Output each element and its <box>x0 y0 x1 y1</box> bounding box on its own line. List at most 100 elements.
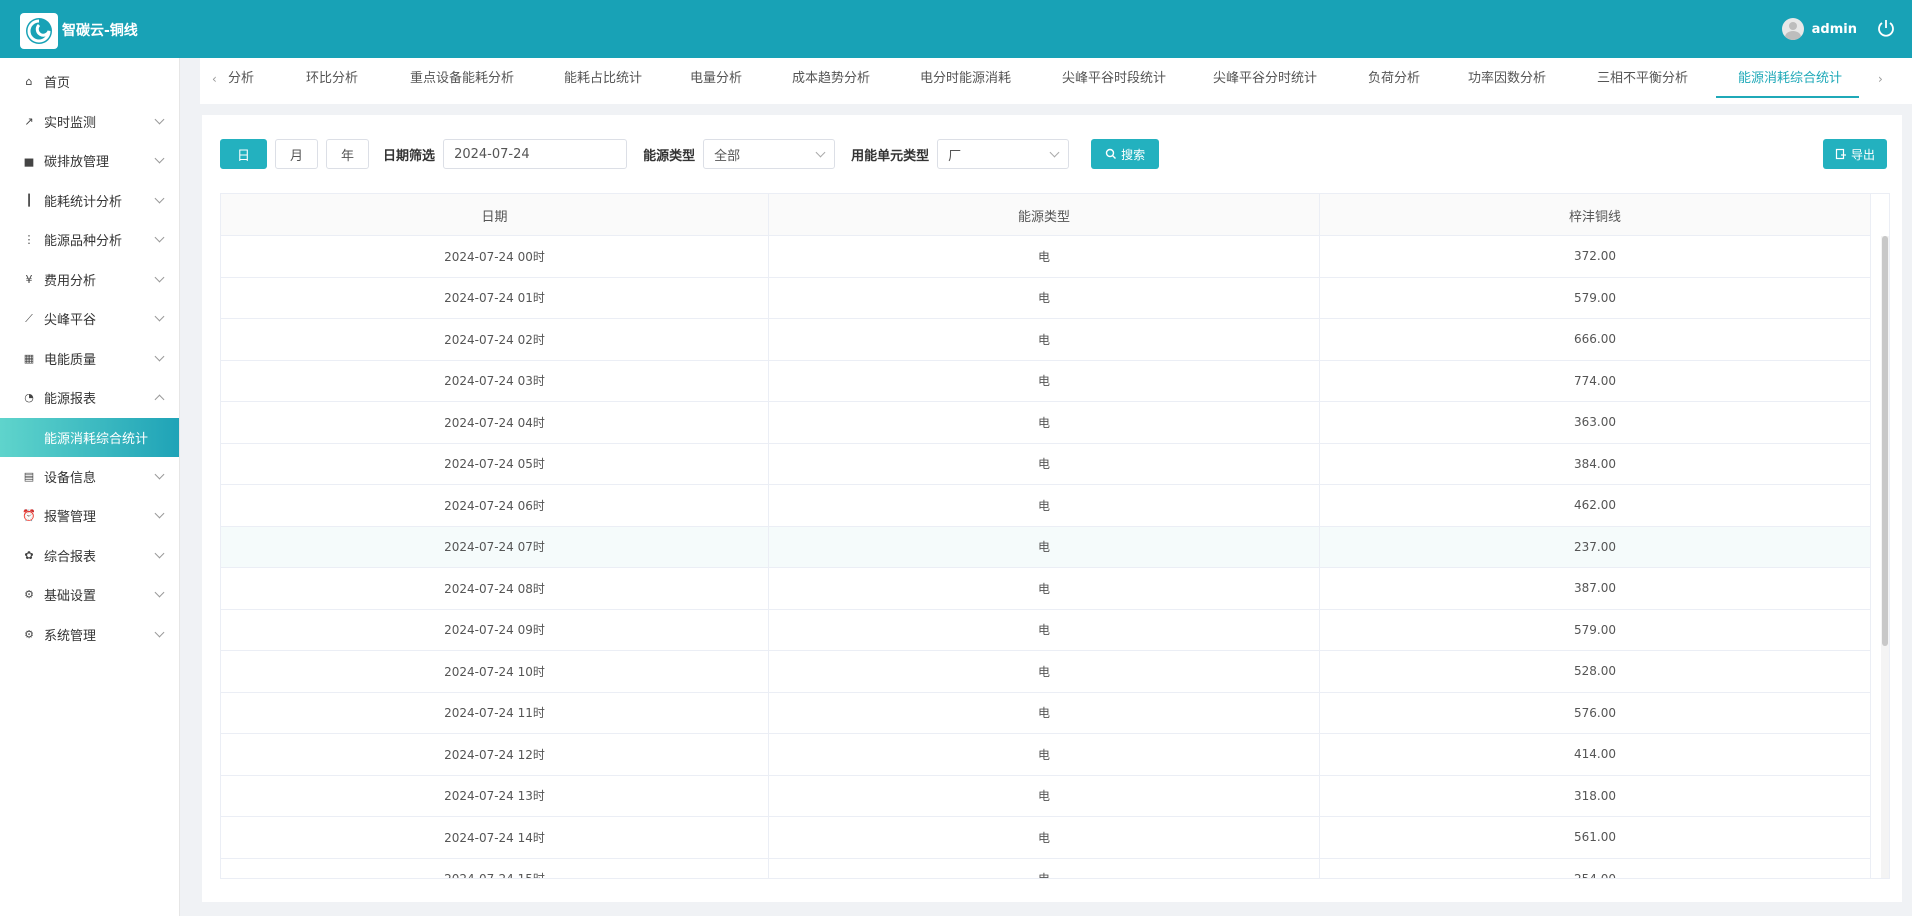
power-icon[interactable] <box>1876 18 1896 38</box>
tab[interactable]: 重点设备能耗分析 <box>410 58 514 102</box>
unit-type-value: 厂 <box>948 148 962 164</box>
sidebar-item[interactable]: ▅ 碳排放管理 <box>0 141 179 181</box>
month-button[interactable]: 月 <box>275 139 319 169</box>
cell-energy-type: 电 <box>769 858 1320 878</box>
export-label: 导出 <box>1850 147 1875 162</box>
tab[interactable]: 电量分析 <box>690 58 742 102</box>
column-chart-icon: ┃ <box>25 193 33 207</box>
cell-energy-type: 电 <box>769 485 1320 526</box>
table-row[interactable]: 2024-07-24 07时电 237.00 <box>221 526 1871 568</box>
export-button[interactable]: 导出 <box>1822 139 1887 169</box>
table-row[interactable]: 2024-07-24 15时电254.00 <box>221 858 1871 878</box>
cell-date: 2024-07-24 09时 <box>221 609 769 650</box>
sidebar-item[interactable]: ◔ 能源报表 <box>0 378 179 418</box>
tab[interactable]: 环比分析 <box>306 58 358 102</box>
tab[interactable]: 分析 <box>228 58 254 102</box>
date-filter-label: 日期筛选 <box>383 148 436 164</box>
sidebar-item[interactable]: ┃ 能耗统计分析 <box>0 181 179 221</box>
chevron-down-icon <box>154 351 165 361</box>
tabs-next-icon[interactable]: › <box>1878 72 1883 86</box>
chevron-down-icon <box>154 153 165 164</box>
cell-energy-type: 电 <box>769 775 1320 816</box>
chevron-down-icon <box>154 311 165 322</box>
export-icon <box>1835 148 1846 160</box>
table-row[interactable]: 2024-07-24 12时电 414.00 <box>221 734 1871 776</box>
date-input[interactable]: 2024-07-24 <box>443 139 628 169</box>
search-button[interactable]: 搜索 <box>1091 139 1160 169</box>
cell-date: 2024-07-24 06时 <box>221 485 769 526</box>
table-row[interactable]: 2024-07-24 05时电 384.00 <box>221 443 1871 485</box>
year-button[interactable]: 年 <box>326 139 370 169</box>
sidebar-item[interactable]: ⏰ 报警管理 <box>0 496 179 536</box>
unit-type-select[interactable]: 厂 <box>937 139 1070 169</box>
table-row[interactable]: 2024-07-24 09时电 579.00 <box>221 609 1871 651</box>
column-header-date[interactable]: 日期 <box>221 194 769 236</box>
user-menu[interactable]: admin <box>1781 18 1857 40</box>
day-button[interactable]: 日 <box>220 139 268 169</box>
sidebar-item-label: 费用分析 <box>44 273 97 289</box>
alarm-icon: ⏰ <box>22 509 36 523</box>
sidebar-item[interactable]: ⌂ 首页 <box>0 62 179 102</box>
sidebar-item[interactable]: ▤ 设备信息 <box>0 457 179 497</box>
cell-date: 2024-07-24 03时 <box>221 360 769 401</box>
gear-icon: ⚙ <box>24 588 34 602</box>
sidebar-item-label: 能耗统计分析 <box>44 194 123 210</box>
sidebar-item-label: 能源品种分析 <box>44 234 123 250</box>
cell-energy-type: 电 <box>769 526 1320 567</box>
table-row[interactable]: 2024-07-24 00时电 372.00 <box>221 236 1871 278</box>
sidebar-item-label: 系统管理 <box>44 628 97 644</box>
cell-value: 528.00 <box>1320 651 1871 692</box>
chevron-down-icon <box>154 508 165 519</box>
sidebar-item[interactable]: ⟋ 尖峰平谷 <box>0 299 179 339</box>
sidebar-item[interactable]: ▦ 电能质量 <box>0 339 179 379</box>
energy-type-value: 全部 <box>714 148 741 164</box>
tab[interactable]: 成本趋势分析 <box>792 58 870 102</box>
app-title: 智碳云-铜线 <box>62 23 138 39</box>
cell-date: 2024-07-24 02时 <box>221 319 769 360</box>
tab[interactable]: 功率因数分析 <box>1468 58 1546 102</box>
table-row[interactable]: 2024-07-24 04时电 363.00 <box>221 402 1871 444</box>
chevron-down-icon <box>154 272 165 282</box>
gear-icon: ⚙ <box>24 627 34 641</box>
cell-date: 2024-07-24 12时 <box>221 734 769 775</box>
table-row[interactable]: 2024-07-24 11时电 576.00 <box>221 692 1871 734</box>
energy-type-label: 能源类型 <box>643 148 696 164</box>
column-header-value[interactable]: 梓沣铜线 <box>1320 194 1871 236</box>
cell-value: 666.00 <box>1320 319 1871 360</box>
column-header-energy-type[interactable]: 能源类型 <box>769 194 1320 236</box>
report-pie-icon: ◔ <box>24 391 34 405</box>
tab[interactable]: 尖峰平谷时段统计 <box>1062 58 1166 102</box>
table-row[interactable]: 2024-07-24 14时电 561.00 <box>221 817 1871 859</box>
scrollbar-thumb[interactable] <box>1882 236 1888 646</box>
cell-date: 2024-07-24 11时 <box>221 692 769 733</box>
sidebar-item[interactable]: ↗ 实时监测 <box>0 102 179 142</box>
sidebar-item[interactable]: ⚙ 系统管理 <box>0 615 179 655</box>
tabs-prev-icon[interactable]: ‹ <box>212 72 217 86</box>
sidebar-item[interactable]: ⋮ 能源品种分析 <box>0 220 179 260</box>
table-row[interactable]: 2024-07-24 13时电 318.00 <box>221 775 1871 817</box>
tab[interactable]: 负荷分析 <box>1368 58 1420 102</box>
tab[interactable]: 能耗占比统计 <box>564 58 642 102</box>
energy-type-select[interactable]: 全部 <box>703 139 836 169</box>
sidebar-item[interactable]: ✿ 综合报表 <box>0 536 179 576</box>
table-row[interactable]: 2024-07-24 03时电 774.00 <box>221 360 1871 402</box>
sidebar-subitem-active[interactable]: 能源消耗综合统计 <box>0 417 179 457</box>
chevron-down-icon <box>154 548 165 558</box>
tab[interactable]: 尖峰平谷分时统计 <box>1213 58 1317 102</box>
table-row[interactable]: 2024-07-24 08时电 387.00 <box>221 568 1871 610</box>
cell-date: 2024-07-24 07时 <box>221 526 769 567</box>
tab[interactable]: 电分时能源消耗 <box>920 58 1011 102</box>
tab[interactable]: 三相不平衡分析 <box>1597 58 1688 102</box>
table-row[interactable]: 2024-07-24 06时电 462.00 <box>221 485 1871 527</box>
table-row[interactable]: 2024-07-24 01时电 579.00 <box>221 277 1871 319</box>
table-scrollbar[interactable] <box>1881 236 1889 878</box>
cell-value: 237.00 <box>1320 526 1871 567</box>
sidebar-item-label: 设备信息 <box>44 470 97 486</box>
table-row[interactable]: 2024-07-24 10时电 528.00 <box>221 651 1871 693</box>
active-tab-indicator <box>1716 96 1859 98</box>
cell-date: 2024-07-24 05时 <box>221 443 769 484</box>
table-row[interactable]: 2024-07-24 02时电 666.00 <box>221 319 1871 361</box>
sidebar-item[interactable]: ⚙ 基础设置 <box>0 575 179 615</box>
cell-energy-type: 电 <box>769 651 1320 692</box>
sidebar-item[interactable]: ¥ 费用分析 <box>0 260 179 300</box>
